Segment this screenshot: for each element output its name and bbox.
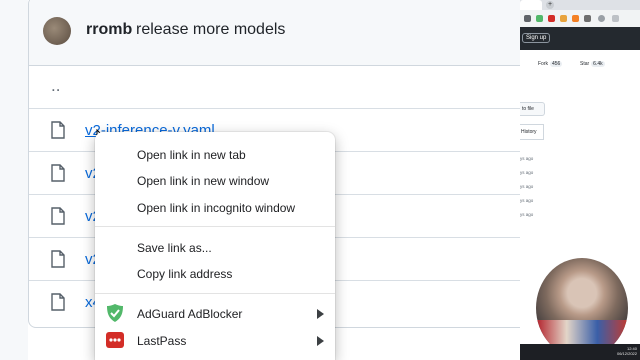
menu-item-label: AdGuard AdBlocker [137, 307, 243, 321]
taskbar-clock[interactable]: 12:40 06/12/2022 [617, 346, 637, 356]
commit-age: ys ago [520, 156, 534, 161]
star-count: 6.4k [591, 61, 605, 67]
lastpass-icon[interactable] [548, 15, 555, 22]
metamask-icon[interactable] [572, 15, 579, 22]
github-header: Sign up [520, 27, 640, 50]
commit-author[interactable]: rromb [86, 21, 132, 39]
commit-age: ys ago [520, 170, 534, 175]
menu-item-open-new-window[interactable]: Open link in new window [95, 168, 335, 194]
taskbar: 12:40 06/12/2022 [520, 344, 640, 360]
menu-item-label: Open link in new window [137, 174, 270, 188]
repo-actions: Fork 456 Star 6.4k [520, 58, 640, 72]
menu-item-label: Open link in new tab [137, 148, 246, 162]
star-icon[interactable] [524, 15, 531, 22]
history-button[interactable]: History [520, 124, 544, 140]
parent-dir-link[interactable]: .. [51, 76, 60, 96]
lastpass-icon [106, 332, 124, 348]
page-margin [0, 0, 28, 360]
fork-count: 456 [550, 61, 563, 67]
menu-item-adguard[interactable]: AdGuard AdBlocker [95, 301, 335, 327]
star-label: Star [580, 61, 590, 67]
adguard-shield-icon [107, 304, 123, 322]
toolbar [520, 10, 640, 28]
parent-dir-row[interactable]: .. [29, 66, 529, 109]
menu-icon[interactable] [612, 15, 619, 22]
browser-tab[interactable] [520, 0, 542, 10]
menu-item-open-new-tab[interactable]: Open link in new tab [95, 142, 335, 168]
menu-item-label: Open link in incognito window [137, 201, 296, 215]
new-tab-icon[interactable]: + [546, 1, 554, 9]
menu-separator [95, 226, 335, 227]
menu-item-label: Save link as... [137, 241, 212, 255]
file-icon [51, 121, 65, 139]
extension-icon[interactable] [560, 15, 567, 22]
commit-age: ys ago [520, 184, 534, 189]
context-menu: Open link in new tab Open link in new wi… [95, 132, 335, 360]
menu-item-label: Copy link address [137, 267, 233, 281]
webcam-overlay [536, 258, 628, 358]
menu-item-copy-link-address[interactable]: Copy link address [95, 261, 335, 287]
menu-item-open-incognito[interactable]: Open link in incognito window [95, 195, 335, 221]
commit-message[interactable]: release more models [136, 21, 285, 39]
puzzle-icon[interactable] [584, 15, 591, 22]
commit-age: ys ago [520, 198, 534, 203]
clock-date: 06/12/2022 [616, 351, 637, 356]
file-icon [51, 164, 65, 182]
adguard-shield-icon[interactable] [536, 15, 543, 22]
submenu-arrow-icon [317, 336, 324, 346]
file-icon [51, 293, 65, 311]
commit-age: ys ago [520, 212, 534, 217]
menu-item-save-link-as[interactable]: Save link as... [95, 235, 335, 261]
profile-icon[interactable] [598, 15, 605, 22]
sign-up-button[interactable]: Sign up [522, 33, 551, 43]
fork-label: Fork [538, 61, 548, 67]
menu-separator [95, 293, 335, 294]
avatar[interactable] [43, 17, 71, 45]
latest-commit-row: rromb release more models [29, 0, 529, 66]
file-icon [51, 207, 65, 225]
menu-item-label: LastPass [137, 334, 187, 348]
submenu-arrow-icon [317, 309, 324, 319]
fork-button[interactable]: Fork 456 [538, 58, 563, 70]
menu-item-lastpass[interactable]: LastPass [95, 328, 335, 354]
star-button[interactable]: Star 6.4k [580, 58, 605, 70]
file-icon [51, 250, 65, 268]
tab-strip: + [520, 0, 640, 10]
go-to-file-button[interactable]: to file [520, 102, 545, 116]
